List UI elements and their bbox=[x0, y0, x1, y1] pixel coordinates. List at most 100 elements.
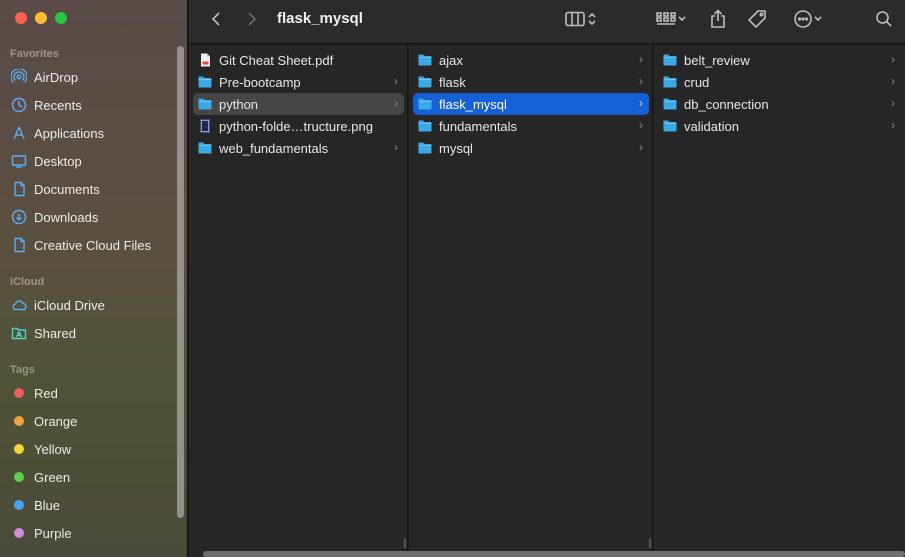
chevron-updown-icon bbox=[588, 12, 596, 26]
ellipsis-circle-icon bbox=[794, 10, 812, 28]
sidebar-item-applications[interactable]: Applications bbox=[10, 121, 178, 145]
sidebar-item-airdrop[interactable]: AirDrop bbox=[10, 65, 178, 89]
sidebar-item-label: Desktop bbox=[34, 153, 82, 169]
maximize-window-button[interactable] bbox=[55, 12, 67, 24]
image-file-icon bbox=[198, 119, 212, 133]
tag-icon bbox=[747, 10, 766, 29]
item-name: crud bbox=[684, 74, 710, 90]
sidebar-item-downloads[interactable]: Downloads bbox=[10, 205, 178, 229]
folder-row[interactable]: flask_mysql › bbox=[413, 93, 649, 115]
shared-folder-icon bbox=[10, 325, 27, 342]
folder-row[interactable]: db_connection › bbox=[658, 93, 901, 115]
folder-row[interactable]: belt_review › bbox=[658, 49, 901, 71]
chevron-right-icon: › bbox=[639, 74, 643, 88]
item-name: ajax bbox=[439, 52, 463, 68]
sidebar-tag-green[interactable]: Green bbox=[10, 465, 178, 489]
item-name: db_connection bbox=[684, 96, 769, 112]
folder-icon bbox=[663, 53, 677, 67]
folder-icon bbox=[663, 97, 677, 111]
column-2: || ajax › flask › flask_mysql › fundamentals › m… bbox=[409, 45, 653, 557]
chevron-right-icon: › bbox=[394, 74, 398, 88]
sidebar-tag-yellow[interactable]: Yellow bbox=[10, 437, 178, 461]
file-row[interactable]: Git Cheat Sheet.pdf bbox=[193, 49, 404, 71]
folder-icon bbox=[663, 119, 677, 133]
sidebar-item-recents[interactable]: Recents bbox=[10, 93, 178, 117]
sidebar-item-label: Shared bbox=[34, 325, 76, 341]
toolbar: flask_mysql bbox=[189, 0, 905, 44]
search-icon bbox=[876, 11, 892, 27]
chevron-right-icon: › bbox=[639, 52, 643, 66]
sidebar-item-label: Creative Cloud Files bbox=[34, 237, 152, 253]
sidebar-item-shared[interactable]: Shared bbox=[10, 321, 178, 345]
sidebar-item-documents[interactable]: Documents bbox=[10, 177, 178, 201]
pdf-file-icon bbox=[198, 53, 212, 67]
tag-color-dot bbox=[14, 416, 24, 426]
folder-icon bbox=[418, 75, 432, 89]
group-button[interactable] bbox=[651, 8, 691, 30]
folder-icon bbox=[418, 119, 432, 133]
sidebar-item-label: Downloads bbox=[34, 209, 99, 225]
sidebar-tag-label: Orange bbox=[34, 413, 78, 429]
folder-row[interactable]: python › bbox=[193, 93, 404, 115]
sidebar-item-label: Documents bbox=[34, 181, 100, 197]
item-name: python bbox=[219, 96, 259, 112]
close-window-button[interactable] bbox=[15, 12, 27, 24]
item-name: flask bbox=[439, 74, 466, 90]
chevron-right-icon: › bbox=[394, 140, 398, 154]
column-resize-handle[interactable]: || bbox=[403, 538, 407, 549]
back-button[interactable] bbox=[205, 8, 227, 30]
folder-row[interactable]: ajax › bbox=[413, 49, 649, 71]
folder-icon bbox=[198, 97, 212, 111]
tags-section-label: Tags bbox=[10, 364, 35, 376]
sidebar-tag-purple[interactable]: Purple bbox=[10, 521, 178, 545]
search-button[interactable] bbox=[873, 8, 895, 30]
sidebar-tag-blue[interactable]: Blue bbox=[10, 493, 178, 517]
folder-icon bbox=[198, 141, 212, 155]
tag-color-dot bbox=[14, 388, 24, 398]
folder-row[interactable]: fundamentals › bbox=[413, 115, 649, 137]
folder-row[interactable]: web_fundamentals › bbox=[193, 137, 404, 159]
folder-row[interactable]: crud › bbox=[658, 71, 901, 93]
airdrop-icon bbox=[10, 69, 27, 86]
sidebar-item-creative-cloud-files[interactable]: Creative Cloud Files bbox=[10, 233, 178, 257]
item-name: validation bbox=[684, 118, 739, 134]
chevron-right-icon: › bbox=[891, 52, 895, 66]
view-mode-button[interactable] bbox=[559, 8, 603, 30]
minimize-window-button[interactable] bbox=[35, 12, 47, 24]
folder-row[interactable]: validation › bbox=[658, 115, 901, 137]
chevron-right-icon: › bbox=[891, 118, 895, 132]
folder-row[interactable]: Pre-bootcamp › bbox=[193, 71, 404, 93]
folder-icon bbox=[418, 141, 432, 155]
sidebar-scrollbar[interactable] bbox=[177, 46, 184, 518]
folder-row[interactable]: flask › bbox=[413, 71, 649, 93]
tag-color-dot bbox=[14, 444, 24, 454]
chevron-left-icon bbox=[211, 12, 220, 26]
share-icon bbox=[711, 9, 725, 28]
applications-icon bbox=[10, 125, 27, 142]
sidebar: Favorites AirDrop Recents Applications Desk… bbox=[0, 0, 188, 557]
column-resize-handle[interactable]: || bbox=[648, 538, 652, 549]
sidebar-tag-label: Red bbox=[34, 385, 58, 401]
item-name: web_fundamentals bbox=[219, 140, 329, 156]
item-name: python-folde…tructure.png bbox=[219, 118, 373, 134]
action-menu-button[interactable] bbox=[789, 8, 827, 30]
tag-color-dot bbox=[14, 472, 24, 482]
window-title: flask_mysql bbox=[277, 10, 363, 27]
share-button[interactable] bbox=[707, 8, 729, 30]
tags-button[interactable] bbox=[746, 8, 768, 30]
item-name: Git Cheat Sheet.pdf bbox=[219, 52, 334, 68]
forward-button[interactable] bbox=[241, 8, 263, 30]
folder-icon bbox=[418, 97, 432, 111]
columns-view-icon bbox=[565, 11, 585, 27]
item-name: belt_review bbox=[684, 52, 750, 68]
file-row[interactable]: python-folde…tructure.png bbox=[193, 115, 404, 137]
sidebar-tag-red[interactable]: Red bbox=[10, 381, 178, 405]
horizontal-scrollbar[interactable] bbox=[203, 551, 905, 557]
sidebar-item-icloud-drive[interactable]: iCloud Drive bbox=[10, 293, 178, 317]
desktop-icon bbox=[10, 153, 27, 170]
sidebar-tag-label: Blue bbox=[34, 497, 61, 513]
sidebar-item-desktop[interactable]: Desktop bbox=[10, 149, 178, 173]
clock-icon bbox=[10, 97, 27, 114]
folder-row[interactable]: mysql › bbox=[413, 137, 649, 159]
sidebar-tag-orange[interactable]: Orange bbox=[10, 409, 178, 433]
